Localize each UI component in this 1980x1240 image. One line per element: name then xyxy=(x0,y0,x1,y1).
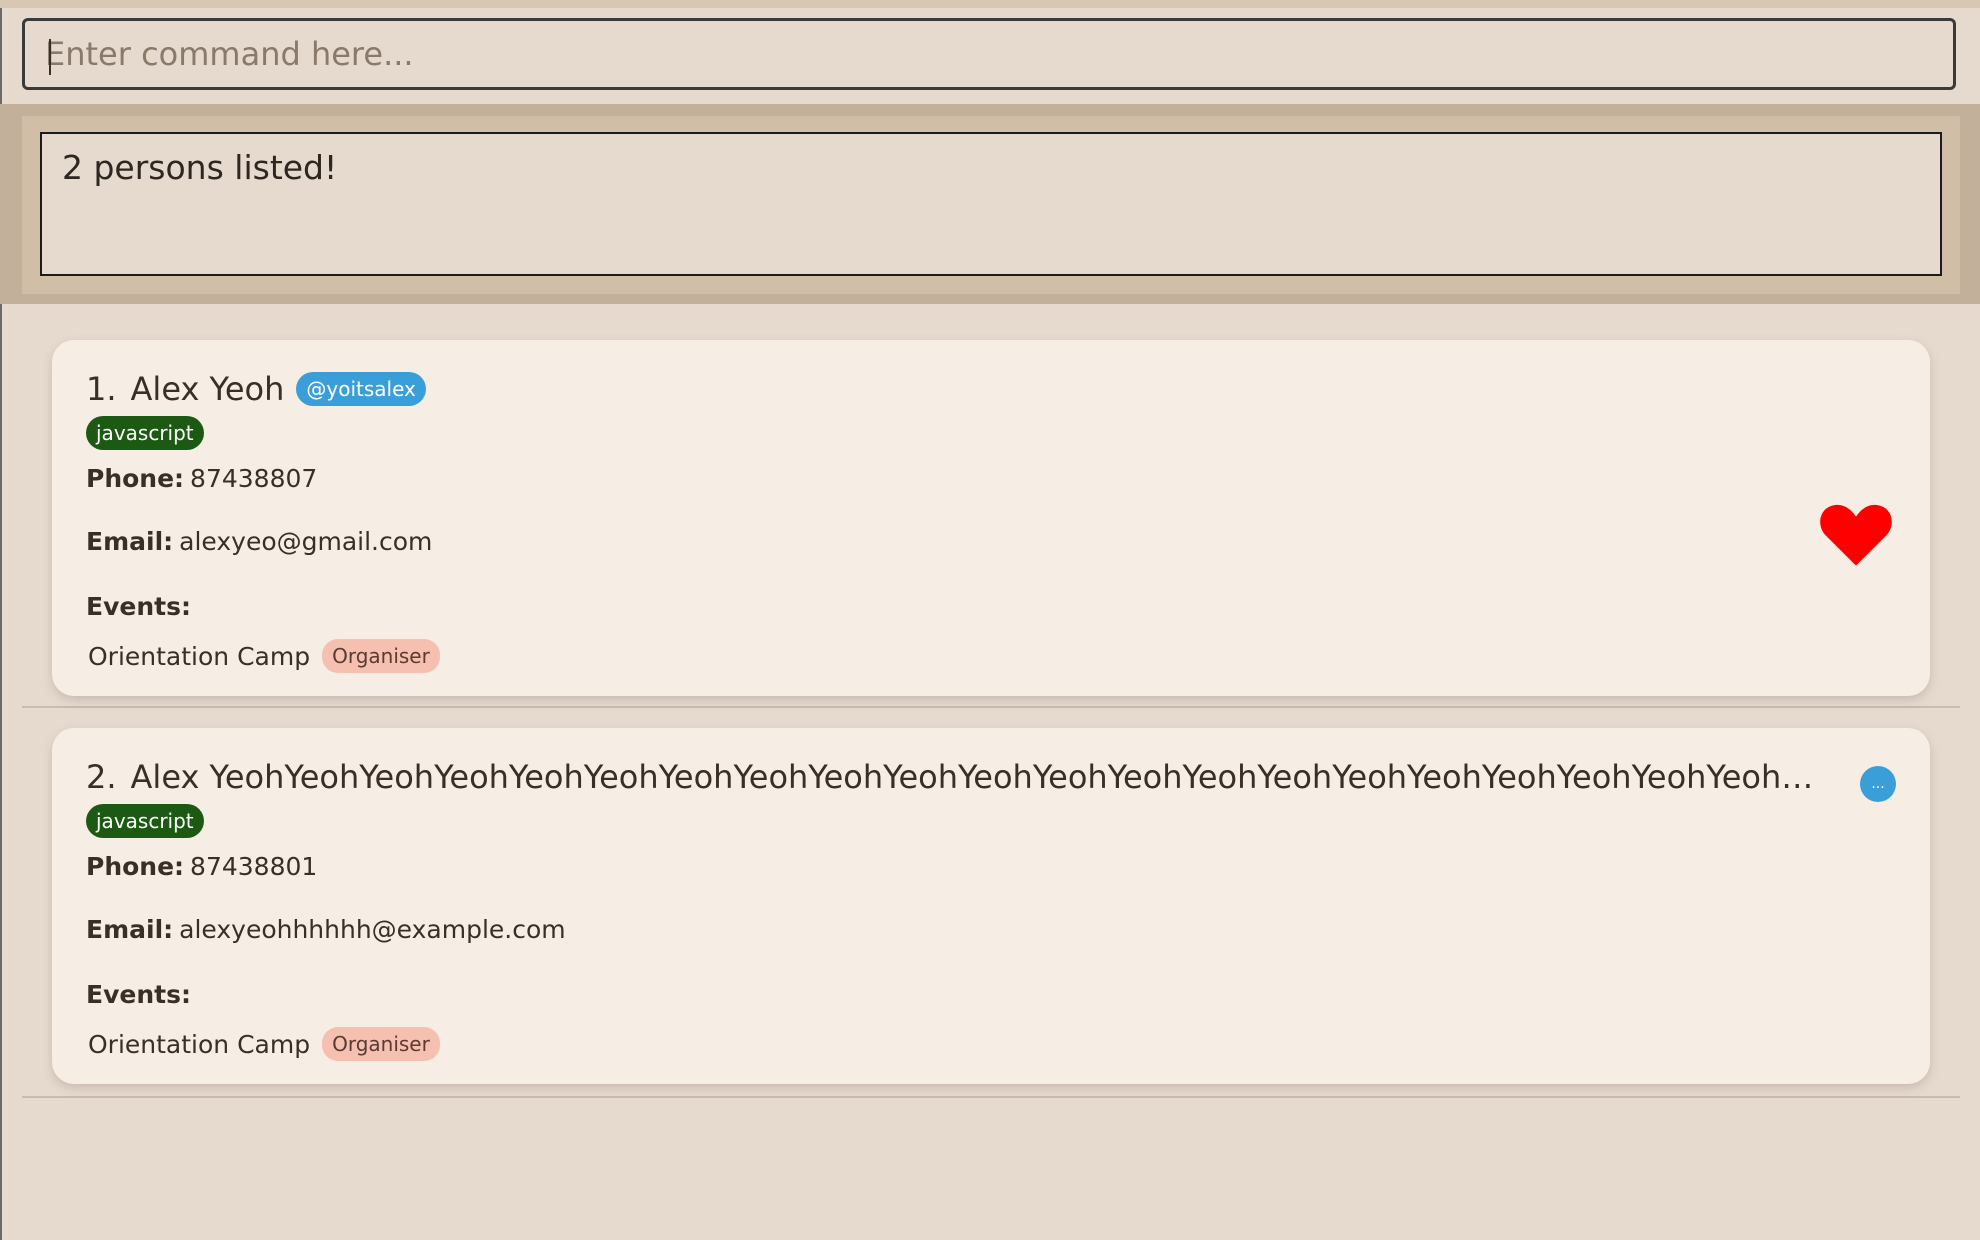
person-name-row: 1. Alex Yeoh @yoitsalex xyxy=(86,370,1896,408)
role-badge: Organiser xyxy=(322,639,440,673)
command-box[interactable] xyxy=(22,18,1956,90)
phone-label: Phone: xyxy=(86,852,185,881)
phone-field: Phone: 87438801 xyxy=(86,852,1896,881)
event-name: Orientation Camp xyxy=(88,641,311,671)
person-name: Alex Yeoh xyxy=(130,370,285,408)
more-handle-button[interactable]: ... xyxy=(1860,766,1896,802)
heart-icon[interactable] xyxy=(1818,498,1894,568)
text-caret xyxy=(49,39,51,75)
email-label: Email: xyxy=(86,915,174,944)
events-label: Events: xyxy=(86,980,191,1009)
person-name-row: 2. Alex YeohYeohYeohYeohYeohYeohYeohYeoh… xyxy=(86,758,1896,796)
person-card[interactable]: 2. Alex YeohYeohYeohYeohYeohYeohYeohYeoh… xyxy=(52,728,1930,1084)
event-row: Orientation Camp Organiser xyxy=(86,1027,1896,1061)
person-card[interactable]: 1. Alex Yeoh @yoitsalex javascript Phone… xyxy=(52,340,1930,696)
app-window: 2 persons listed! 1. Alex Yeoh @yoitsale… xyxy=(0,0,1980,1240)
events-label: Events: xyxy=(86,592,191,621)
phone-value: 87438807 xyxy=(190,464,318,493)
person-name: Alex YeohYeohYeohYeohYeohYeohYeohYeohYeo… xyxy=(130,758,1826,796)
result-display[interactable]: 2 persons listed! xyxy=(40,132,1942,276)
person-list-cell[interactable]: 1. Alex Yeoh @yoitsalex javascript Phone… xyxy=(22,304,1960,708)
phone-value: 87438801 xyxy=(190,852,318,881)
telegram-handle-badge: @yoitsalex xyxy=(296,372,426,406)
command-input[interactable] xyxy=(25,21,1953,87)
tag-badge: javascript xyxy=(86,804,204,838)
email-field: Email: alexyeo@gmail.com xyxy=(86,527,1896,556)
role-badge: Organiser xyxy=(322,1027,440,1061)
phone-field: Phone: 87438807 xyxy=(86,464,1896,493)
person-index: 2. xyxy=(86,758,117,796)
person-index: 1. xyxy=(86,370,117,408)
top-accent-bar xyxy=(0,0,1980,8)
person-list[interactable]: 1. Alex Yeoh @yoitsalex javascript Phone… xyxy=(22,304,1960,1098)
event-row: Orientation Camp Organiser xyxy=(86,639,1896,673)
tag-badge: javascript xyxy=(86,416,204,450)
email-field: Email: alexyeohhhhhh@example.com xyxy=(86,915,1896,944)
phone-label: Phone: xyxy=(86,464,185,493)
email-value: alexyeohhhhhh@example.com xyxy=(179,915,566,944)
email-label: Email: xyxy=(86,527,174,556)
person-list-cell[interactable]: 2. Alex YeohYeohYeohYeohYeohYeohYeohYeoh… xyxy=(22,708,1960,1098)
result-message: 2 persons listed! xyxy=(62,148,338,187)
event-name: Orientation Camp xyxy=(88,1029,311,1059)
email-value: alexyeo@gmail.com xyxy=(179,527,433,556)
